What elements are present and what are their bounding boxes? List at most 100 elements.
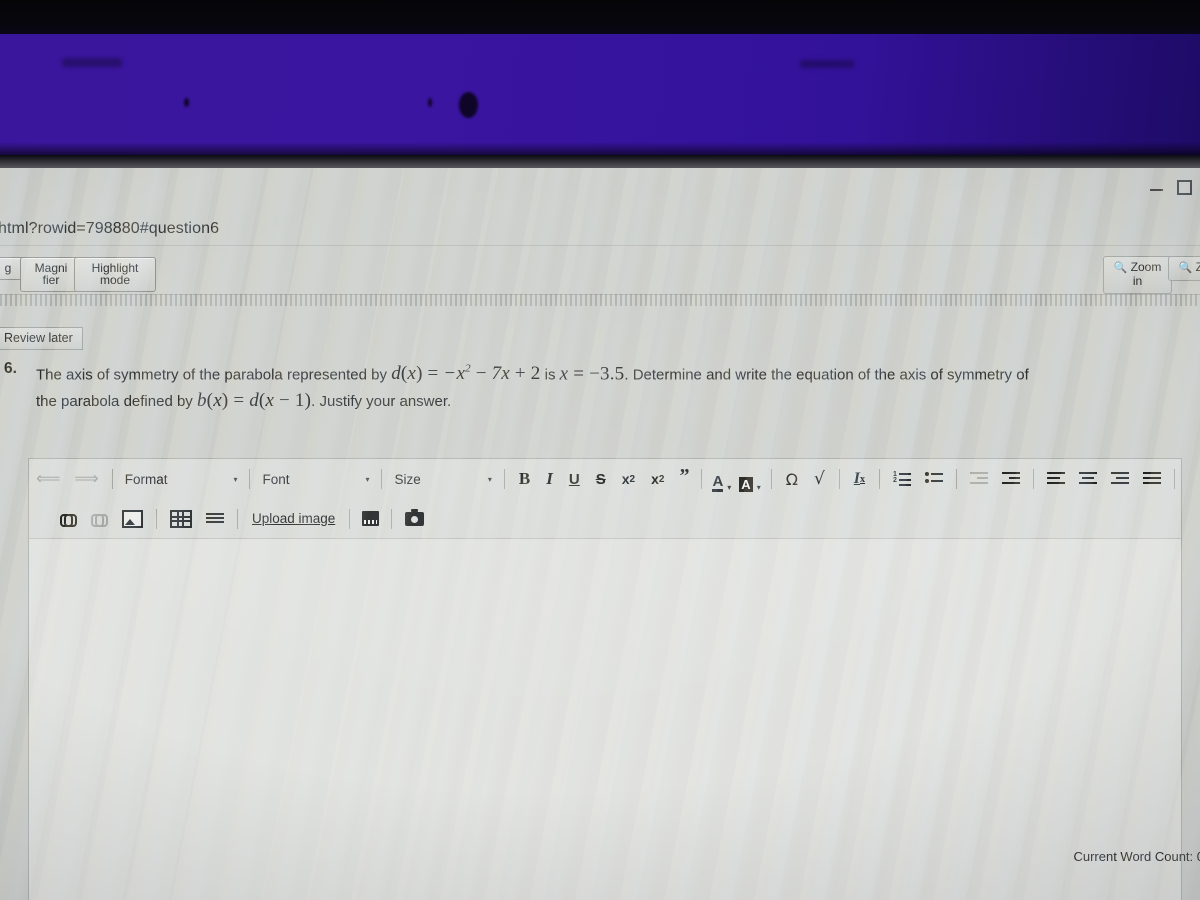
underline-button[interactable]: U [561, 466, 588, 492]
accessibility-toolbar [0, 246, 1200, 295]
superscript-button[interactable]: x2 [643, 466, 672, 492]
align-left-button[interactable] [1047, 472, 1066, 486]
zoom-out-label: Zo [1195, 260, 1200, 274]
question-math-dx: d(x) = −x2 − 7x + 2 [391, 363, 541, 385]
zoom-in-button[interactable]: 🔍 Zoom in [1103, 256, 1172, 294]
word-count-label: Current Word Count: 0 [1073, 849, 1200, 864]
question-line2-part2: . Justify your answer. [311, 393, 452, 411]
unlink-button[interactable] [91, 514, 108, 527]
toolbar-divider [381, 469, 383, 489]
zoom-out-button[interactable]: 🔍 Zo ou [1168, 256, 1200, 281]
minimize-icon[interactable] [1150, 189, 1163, 191]
editor-toolbar-row-1: ⟸ ⟹ Format ▾ Font ▾ Size ▾ B I U S x 2 x… [29, 459, 1181, 499]
question-line1-part2: is [540, 366, 560, 384]
toolbar-divider [701, 469, 703, 489]
format-select-label: Format [124, 471, 168, 487]
toolbar-divider [249, 469, 251, 489]
magnifier-button-line2: fier [42, 273, 60, 287]
bold-button[interactable]: B [511, 466, 538, 492]
font-select[interactable]: Font ▾ [256, 467, 375, 491]
question-math-bx: b(x) = d(x − 1) [196, 390, 312, 412]
horizontal-rule-button[interactable] [206, 511, 224, 526]
undo-icon[interactable]: ⟸ [29, 466, 67, 492]
insert-table-button[interactable] [170, 509, 192, 528]
subscript-button[interactable]: x2 [614, 466, 643, 492]
toolbar-divider [879, 469, 881, 489]
decrease-indent-button[interactable] [970, 472, 989, 486]
chevron-down-icon: ▾ [365, 474, 370, 484]
highlight-mode-button-line2: mode [99, 273, 131, 287]
text-color-button[interactable]: A ▾ [708, 466, 735, 492]
review-later-label: Review later [4, 331, 73, 345]
toolbar-divider [349, 508, 351, 529]
background-color-icon: A [739, 477, 753, 492]
question-line2-part1: the parabola defined by [36, 393, 197, 411]
remove-format-button[interactable]: Ix [846, 466, 873, 492]
toolbar-separator-band [0, 294, 1200, 306]
question-math-axis: x = −3.5 [559, 363, 625, 385]
insert-media-button[interactable] [362, 511, 380, 526]
editor-toolbar-row-2: Upload image [29, 499, 1181, 539]
chevron-down-icon: ▾ [487, 474, 492, 484]
toolbar-divider [156, 508, 157, 529]
screenshot-root: html?rowid=798880#question6 g Magni fier… [0, 0, 1200, 900]
wallpaper-speck-1 [184, 98, 189, 107]
blockquote-button[interactable]: ” [672, 463, 695, 495]
chevron-down-icon: ▾ [756, 483, 761, 492]
upload-image-link[interactable]: Upload image [244, 511, 343, 526]
review-later-button[interactable]: Review later [0, 327, 83, 350]
math-equation-button[interactable]: √ [806, 466, 833, 492]
insert-image-button[interactable] [122, 509, 143, 528]
restore-icon[interactable] [1177, 179, 1192, 195]
address-bar-url[interactable]: html?rowid=798880#question6 [0, 220, 219, 238]
magnifier-button[interactable]: Magni fier [20, 257, 82, 292]
text-color-icon: A [712, 473, 724, 492]
monitor-bezel-bottom [0, 155, 1200, 169]
toolbar-divider [391, 508, 393, 529]
wallpaper-speck-3 [459, 92, 478, 118]
bulleted-list-button[interactable] [925, 472, 944, 486]
browser-window: html?rowid=798880#question6 g Magni fier… [0, 168, 1200, 900]
window-controls [1150, 174, 1192, 200]
toolbar-divider [956, 469, 958, 489]
font-select-label: Font [262, 471, 290, 487]
align-right-button[interactable] [1111, 472, 1130, 486]
link-button[interactable] [60, 514, 77, 527]
italic-button[interactable]: I [538, 466, 561, 492]
format-select[interactable]: Format ▾ [119, 467, 244, 491]
toolbar-divider [838, 469, 840, 489]
question-line1-part1: The axis of symmetry of the parabola rep… [36, 366, 392, 384]
zoom-in-label2: in [1132, 274, 1143, 288]
toolbar-divider [770, 469, 772, 489]
webcam-capture-button[interactable] [405, 508, 425, 526]
magnifier-icon: 🔍 [1113, 262, 1128, 274]
wallpaper-speck-2 [428, 98, 432, 107]
numbered-list-button[interactable]: 1 2 [893, 471, 912, 486]
background-color-button[interactable]: A ▾ [735, 466, 764, 492]
align-justify-button[interactable] [1143, 472, 1162, 486]
zoom-in-label: Zoom [1130, 260, 1162, 274]
redo-icon[interactable]: ⟹ [67, 466, 105, 492]
highlight-mode-button[interactable]: Highlight mode [74, 257, 156, 292]
wallpaper-ghost-text-left [62, 58, 122, 67]
chevron-down-icon: ▾ [727, 483, 732, 492]
desktop-wallpaper [0, 34, 1200, 160]
toolbar-divider [1033, 469, 1035, 489]
magnifier-icon: 🔍 [1178, 262, 1193, 274]
align-center-button[interactable] [1079, 472, 1098, 486]
answer-editor: ⟸ ⟹ Format ▾ Font ▾ Size ▾ B I U S x 2 x… [28, 458, 1182, 900]
question-text: The axis of symmetry of the parabola rep… [4, 356, 1194, 415]
toolbar-divider [1174, 469, 1176, 489]
toolbar-divider [503, 469, 505, 489]
strikethrough-button[interactable]: S [588, 466, 614, 492]
increase-indent-button[interactable] [1002, 472, 1021, 486]
toolbar-divider [111, 469, 113, 489]
chevron-down-icon: ▾ [233, 474, 238, 484]
wallpaper-ghost-text-right [800, 60, 854, 68]
answer-text-area[interactable] [29, 538, 1181, 900]
special-character-button[interactable]: Ω [778, 466, 806, 492]
question-line1-part3: . Determine and write the equation of th… [624, 366, 1029, 384]
toolbar-divider [237, 508, 238, 529]
size-select[interactable]: Size ▾ [388, 467, 497, 491]
size-select-label: Size [394, 471, 421, 487]
